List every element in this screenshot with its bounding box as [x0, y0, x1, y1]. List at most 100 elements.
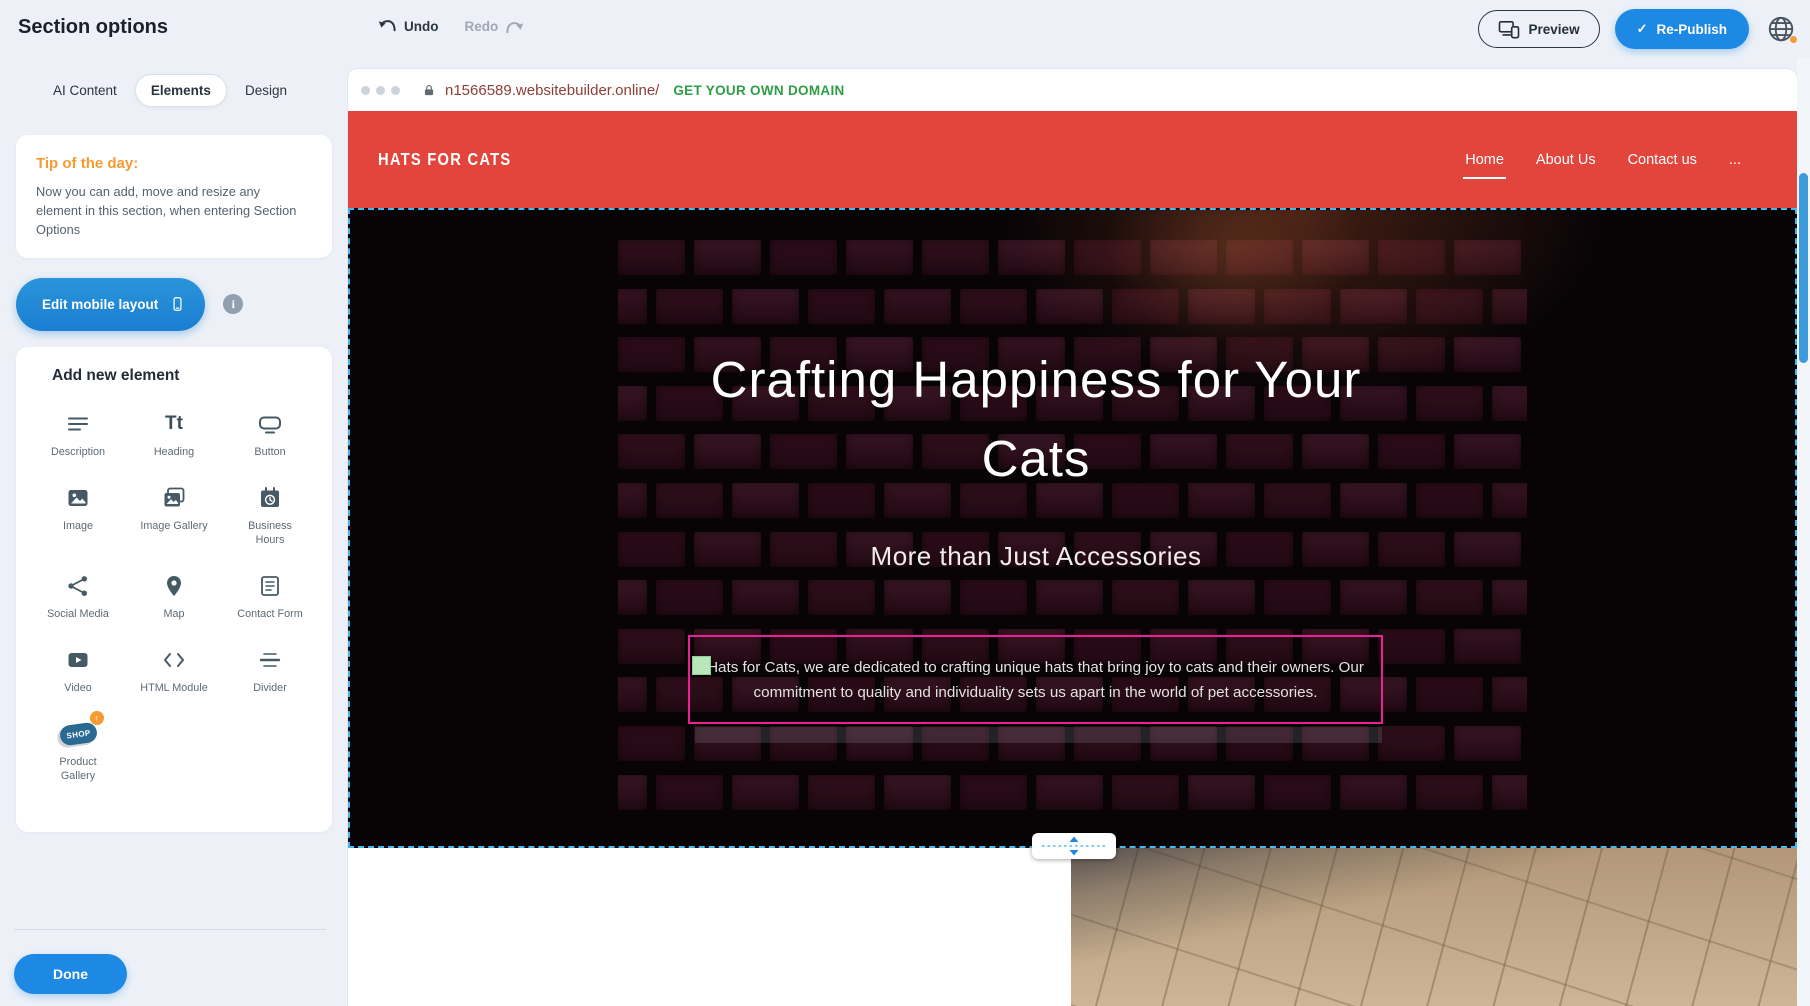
republish-label: Re-Publish [1656, 22, 1727, 37]
tab-ai-content[interactable]: AI Content [38, 75, 132, 106]
element-map[interactable]: Map [126, 567, 222, 625]
undo-icon [378, 18, 397, 35]
sidebar: AI Content Elements Design Tip of the da… [0, 58, 348, 1006]
image-icon [66, 483, 90, 513]
republish-button[interactable]: ✓ Re-Publish [1615, 9, 1749, 49]
tip-of-the-day-card: Tip of the day: Now you can add, move an… [16, 135, 332, 258]
edit-mobile-label: Edit mobile layout [42, 297, 158, 312]
contact-form-icon [258, 571, 282, 601]
upgrade-badge-icon: ↑ [90, 711, 104, 725]
redo-label: Redo [465, 19, 499, 34]
element-business-hours[interactable]: Business Hours [222, 479, 318, 551]
phone-icon [170, 292, 185, 316]
add-element-panel: Add new element Description Tt Heading [16, 347, 332, 832]
element-label: Image Gallery [140, 519, 207, 533]
window-dots-icon [361, 86, 400, 95]
devices-icon [1498, 20, 1520, 39]
element-label: Divider [253, 681, 287, 695]
page-title: Section options [18, 16, 168, 39]
element-label: Heading [154, 445, 194, 459]
nav-more[interactable]: ... [1729, 152, 1741, 168]
resize-arrows-icon [1039, 836, 1109, 856]
sidebar-divider [14, 929, 326, 930]
hero-heading[interactable]: Crafting Happiness for Your Cats [696, 340, 1376, 498]
selected-text-element[interactable]: Hats for Cats, we are dedicated to craft… [688, 635, 1383, 724]
element-label: HTML Module [140, 681, 207, 695]
scrollbar-track[interactable] [1797, 58, 1810, 1006]
section-resize-handle[interactable] [1032, 833, 1116, 859]
tab-design[interactable]: Design [230, 75, 302, 106]
element-label: Button [254, 445, 285, 459]
lock-icon [422, 83, 436, 98]
element-divider[interactable]: Divider [222, 641, 318, 699]
element-image-gallery[interactable]: Image Gallery [126, 479, 222, 551]
element-social-media[interactable]: Social Media [30, 567, 126, 625]
element-label: Description [51, 445, 105, 459]
undo-button[interactable]: Undo [378, 18, 439, 35]
check-icon: ✓ [1637, 21, 1648, 37]
social-media-icon [66, 571, 90, 601]
info-icon[interactable]: i [223, 294, 243, 314]
element-video[interactable]: Video [30, 641, 126, 699]
description-icon [66, 409, 90, 439]
element-label: Social Media [47, 607, 109, 621]
divider-icon [258, 645, 282, 675]
hero-paragraph[interactable]: Hats for Cats, we are dedicated to craft… [690, 637, 1381, 705]
element-description[interactable]: Description [30, 405, 126, 463]
topbar-actions: Preview ✓ Re-Publish [1478, 9, 1798, 49]
element-image[interactable]: Image [30, 479, 126, 551]
element-label: Product Gallery [42, 755, 114, 783]
element-label: Image [63, 519, 93, 533]
language-globe-button[interactable] [1764, 12, 1798, 46]
element-html-module[interactable]: HTML Module [126, 641, 222, 699]
image-gallery-icon [162, 483, 186, 513]
element-label: Video [64, 681, 91, 695]
preview-label: Preview [1529, 22, 1580, 37]
site-header[interactable]: HATS FOR CATS Home About Us Contact us .… [348, 111, 1797, 208]
app-window: Section options Undo Redo Preview [0, 0, 1810, 1006]
hero-subheading[interactable]: More than Just Accessories [686, 541, 1386, 572]
business-hours-icon [258, 483, 282, 513]
get-domain-link[interactable]: GET YOUR OWN DOMAIN [673, 83, 844, 98]
heading-icon: Tt [165, 409, 183, 439]
element-drag-handle[interactable] [692, 656, 711, 675]
element-contact-form[interactable]: Contact Form [222, 567, 318, 625]
undo-label: Undo [404, 19, 439, 34]
browser-chrome: n1566589.websitebuilder.online/ GET YOUR… [348, 69, 1797, 111]
element-grid: Description Tt Heading Button Ima [30, 405, 318, 787]
redo-icon [505, 20, 524, 34]
preview-button[interactable]: Preview [1478, 10, 1600, 48]
hero-section[interactable]: Crafting Happiness for Your Cats More th… [348, 208, 1797, 848]
scrollbar-thumb[interactable] [1799, 173, 1808, 363]
element-button[interactable]: Button [222, 405, 318, 463]
done-button[interactable]: Done [14, 954, 127, 994]
redo-button[interactable]: Redo [465, 19, 525, 34]
element-label: Business Hours [234, 519, 306, 547]
site-logo[interactable]: HATS FOR CATS [378, 149, 511, 170]
nav-about-us[interactable]: About Us [1536, 152, 1596, 168]
video-icon [66, 645, 90, 675]
map-icon [162, 571, 186, 601]
sidebar-tabs: AI Content Elements Design [38, 74, 302, 107]
add-element-title: Add new element [52, 367, 318, 385]
tip-title: Tip of the day: [36, 155, 312, 172]
edit-mobile-layout-button[interactable]: Edit mobile layout [16, 278, 205, 331]
product-gallery-icon: SHOP ↑ [60, 719, 97, 749]
html-module-icon [162, 645, 186, 675]
next-section[interactable] [348, 848, 1797, 1006]
topbar: Section options Undo Redo Preview [0, 0, 1810, 58]
element-toolbar-shadow [695, 727, 1382, 743]
element-label: Map [163, 607, 184, 621]
tab-elements[interactable]: Elements [135, 74, 227, 107]
history-controls: Undo Redo [378, 18, 524, 35]
tip-body: Now you can add, move and resize any ele… [36, 182, 308, 240]
element-heading[interactable]: Tt Heading [126, 405, 222, 463]
site-url[interactable]: n1566589.websitebuilder.online/ [445, 82, 659, 99]
site-nav: Home About Us Contact us ... [1465, 152, 1741, 168]
notification-dot [1790, 36, 1797, 43]
site-canvas: n1566589.websitebuilder.online/ GET YOUR… [348, 69, 1797, 1006]
edit-mobile-row: Edit mobile layout i [16, 278, 332, 331]
element-product-gallery[interactable]: SHOP ↑ Product Gallery [30, 715, 126, 787]
nav-home[interactable]: Home [1465, 152, 1504, 168]
nav-contact-us[interactable]: Contact us [1628, 152, 1697, 168]
